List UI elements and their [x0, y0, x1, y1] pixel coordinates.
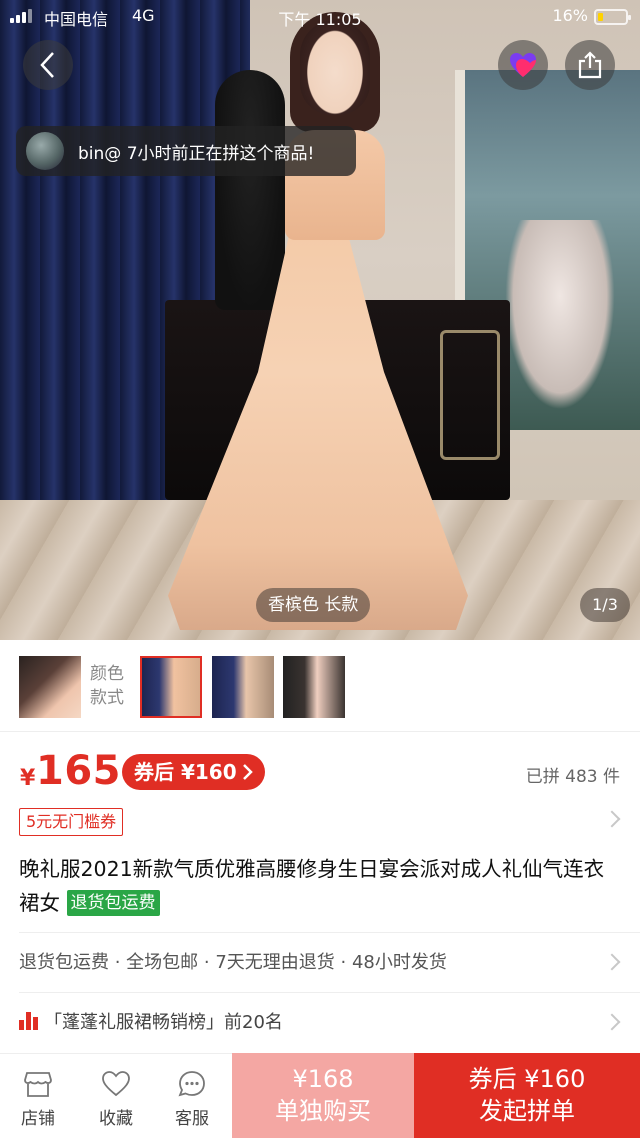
coupon-price-badge[interactable]: 券后 ¥160 [122, 754, 265, 790]
chevron-right-icon [242, 764, 253, 780]
back-button[interactable] [23, 40, 73, 90]
solo-label: 单独购买 [275, 1097, 371, 1125]
toast-text: bin@ 7小时前正在拼这个商品! [78, 143, 315, 164]
currency-symbol: ¥ [20, 766, 36, 791]
variant-thumb-main[interactable] [19, 656, 81, 718]
group-label: 发起拼单 [479, 1097, 575, 1125]
service-guarantees[interactable]: 退货包运费 · 全场包邮 · 7天无理由退货 · 48小时发货 [19, 948, 447, 974]
favorite-promo-button[interactable] [498, 40, 548, 90]
chevron-right-icon[interactable] [603, 810, 621, 828]
product-detail-page: 中国电信 4G 下午 11:05 16% bin@ 7小时前正在拼这个商品! 香… [0, 0, 640, 1138]
variant-thumbnails: 颜色款式 [0, 640, 640, 732]
buy-alone-button[interactable]: ¥168 单独购买 [232, 1053, 414, 1138]
share-button[interactable] [565, 40, 615, 90]
store-label: 店铺 [21, 1109, 55, 1129]
product-title: 晚礼服2021新款气质优雅高腰修身生日宴会派对成人礼仙气连衣裙女 退货包运费 [19, 852, 619, 920]
status-bar: 中国电信 4G 下午 11:05 16% [0, 0, 640, 34]
cabinet-panel [440, 330, 500, 460]
chat-icon [178, 1071, 205, 1097]
product-image[interactable] [0, 0, 640, 640]
variant-thumb[interactable] [212, 656, 274, 718]
coupon-price-text: 券后 ¥160 [134, 760, 237, 784]
variant-tag: 香槟色 长款 [256, 588, 371, 622]
store-button[interactable]: 店铺 [8, 1068, 68, 1129]
solo-price: ¥168 [292, 1065, 354, 1093]
customer-service-button[interactable]: 客服 [162, 1068, 222, 1129]
price-row: ¥ 165 券后 ¥160 已拼 483 件 [0, 740, 640, 800]
group-price: 券后 ¥160 [468, 1065, 586, 1093]
battery-icon [594, 9, 631, 25]
chevron-right-icon[interactable] [603, 953, 621, 971]
sold-count: 已拼 483 件 [525, 767, 620, 787]
favorite-button[interactable]: 收藏 [86, 1068, 146, 1129]
favorite-label: 收藏 [99, 1109, 133, 1129]
battery-percent: 16% [552, 6, 588, 25]
group-buy-toast: bin@ 7小时前正在拼这个商品! [16, 126, 356, 176]
divider [19, 932, 640, 933]
start-group-buy-button[interactable]: 券后 ¥160 发起拼单 [414, 1053, 640, 1138]
service-label: 客服 [175, 1109, 209, 1129]
ranking-text: 「蓬蓬礼服裙畅销榜」前20名 [44, 1012, 283, 1033]
variant-thumb-selected[interactable] [140, 656, 202, 718]
heart-outline-icon [102, 1071, 130, 1097]
chevron-right-icon[interactable] [603, 1013, 621, 1031]
image-counter: 1/3 [580, 588, 630, 622]
variant-thumb[interactable] [283, 656, 345, 718]
variant-label: 颜色款式 [90, 664, 124, 708]
avatar [26, 132, 64, 170]
store-icon [24, 1072, 52, 1097]
return-shipping-badge: 退货包运费 [66, 890, 160, 916]
ranking-row[interactable]: 「蓬蓬礼服裙畅销榜」前20名 [19, 1008, 283, 1034]
clock: 下午 11:05 [278, 10, 362, 29]
rank-bars-icon [19, 1012, 38, 1030]
share-icon [578, 51, 602, 79]
chair [215, 70, 285, 310]
model-head [300, 20, 370, 115]
back-icon [40, 52, 54, 78]
favorite-heart-icon [510, 53, 536, 77]
divider [19, 992, 640, 993]
coupon-tag[interactable]: 5元无门槛券 [19, 808, 124, 836]
price: 165 [36, 748, 121, 794]
